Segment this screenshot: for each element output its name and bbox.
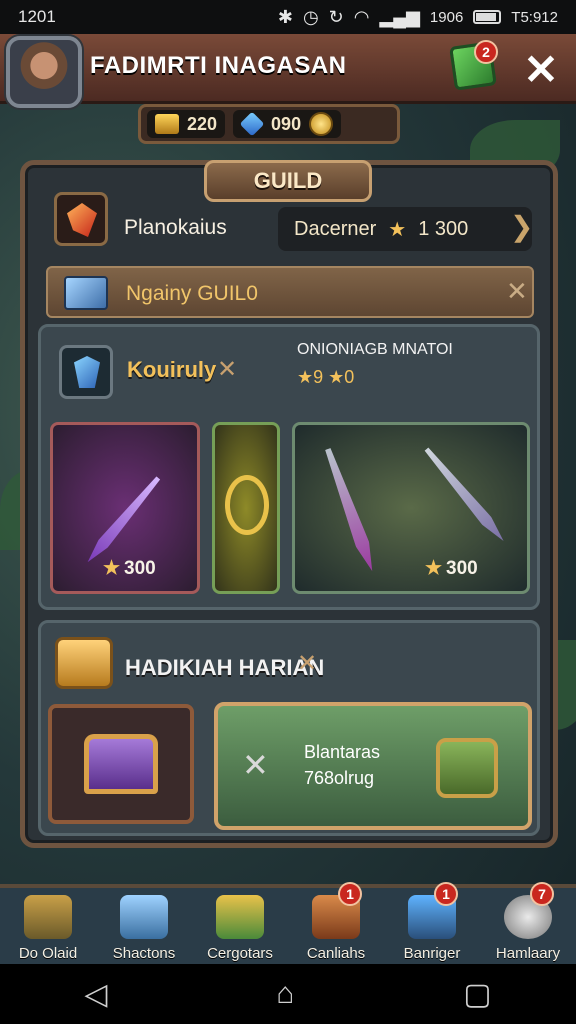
stat-1: 9 xyxy=(313,367,324,387)
home-button-icon[interactable]: ⌂ xyxy=(276,977,294,1011)
gold-bar-icon xyxy=(155,114,179,134)
nav-label: Cergotars xyxy=(207,945,273,962)
section-title: Kouiruly xyxy=(127,357,217,382)
nav-cergotars[interactable]: Cergotars xyxy=(192,888,288,968)
chevron-right-icon[interactable]: ❯ xyxy=(510,210,533,243)
crossed-weapons-icon: ✕ xyxy=(242,747,269,783)
chest-icon xyxy=(84,734,158,794)
shield-icon xyxy=(59,345,113,399)
gem-counter[interactable]: 090 xyxy=(233,110,342,138)
crossed-swords-icon: ✕ xyxy=(297,650,318,677)
nav-badge: 1 xyxy=(338,882,362,906)
book-icon xyxy=(55,637,113,689)
item-price: ★ 300 xyxy=(425,557,478,580)
nav-banriger[interactable]: Banriger 1 xyxy=(384,882,480,968)
nav-canliahs[interactable]: Canliahs 1 xyxy=(288,882,384,968)
item-price-value: 300 xyxy=(446,557,478,579)
nav-label: Hamlaary xyxy=(495,945,561,962)
coin-icon xyxy=(309,112,334,136)
weapon-card-dagger[interactable]: ★ 300 xyxy=(50,422,200,594)
gem-amount: 090 xyxy=(271,113,302,134)
daily-title: HADIKIAH HARIAN xyxy=(125,655,325,680)
nav-guild-home[interactable]: Do Olaid xyxy=(0,888,96,968)
wifi-icon: ◠ xyxy=(353,7,370,27)
nav-badge: 1 xyxy=(434,882,458,906)
blocks-icon xyxy=(120,895,168,939)
member-row[interactable]: Planokaius Dacerner ★ 1 300 ❯ xyxy=(48,190,534,251)
item-price: ★ 300 xyxy=(103,557,156,580)
back-icon[interactable]: ◁ xyxy=(84,977,107,1012)
blue-gem-icon xyxy=(239,111,265,137)
member-role: Dacerner ★ 1 300 xyxy=(278,207,532,251)
fire-crest-icon xyxy=(54,192,108,246)
gold-amount: 220 xyxy=(187,113,218,134)
mute-icon: ✱ xyxy=(277,7,293,27)
member-name: Planokaius xyxy=(124,216,227,239)
nav-label: Banriger xyxy=(403,945,461,962)
recents-icon[interactable]: ▢ xyxy=(463,977,491,1012)
reward-title: Blantaras xyxy=(304,742,381,762)
sword-icon xyxy=(295,437,405,583)
nav-shactons[interactable]: Shactons xyxy=(96,888,192,968)
close-button[interactable]: ✕ xyxy=(512,42,570,96)
role-label: Dacerner xyxy=(294,217,377,240)
signal-icon: ▂▄▆ xyxy=(379,7,420,27)
chest-reward-card[interactable] xyxy=(48,704,194,824)
android-nav-bar: ◁ ⌂ ▢ xyxy=(0,964,576,1024)
section-subtitle: ONIONIAGB MNATOI xyxy=(297,341,453,358)
nav-label: Canliahs xyxy=(306,945,366,962)
bag-icon xyxy=(436,738,498,798)
star-icon: ★ xyxy=(388,218,407,241)
status-percent: 1906 xyxy=(429,8,464,26)
status-time: 1201 xyxy=(18,7,56,26)
weapon-card-sword[interactable]: ★ 300 xyxy=(292,422,530,594)
guild-name-row[interactable]: Ngainy GUIL0 ✕ xyxy=(46,266,534,318)
close-icon[interactable]: ✕ xyxy=(506,276,528,307)
nav-label: Shactons xyxy=(112,945,176,962)
gold-counter[interactable]: 220 xyxy=(147,110,226,138)
nav-hamlaary[interactable]: Hamlaary 7 xyxy=(480,882,576,968)
currency-bar: 220 090 xyxy=(138,104,400,144)
status-clock: T5:912 xyxy=(511,8,558,26)
status-icons: ✱ ◷ ↻ ◠ ▂▄▆ 1906 T5:912 xyxy=(278,8,558,26)
nav-label: Do Olaid xyxy=(18,945,78,962)
player-name: FADIMRTI INAGASAN xyxy=(90,52,347,79)
crossed-swords-icon: ✕ xyxy=(217,356,238,383)
battery-icon xyxy=(473,10,502,24)
alarm-icon: ◷ xyxy=(302,7,319,27)
weapon-card-bow[interactable] xyxy=(212,422,280,594)
role-value: 1 300 xyxy=(418,217,469,240)
home-icon xyxy=(24,895,72,939)
guild-name: Ngainy GUIL0 xyxy=(126,282,258,305)
notification-badge: 2 xyxy=(474,40,498,64)
crystal-icon xyxy=(64,276,108,310)
nav-badge: 7 xyxy=(530,882,554,906)
stat-2: 0 xyxy=(344,367,355,387)
bow-icon xyxy=(225,475,269,535)
sword-icon xyxy=(403,430,526,560)
top-header: FADIMRTI INAGASAN 2 ✕ xyxy=(0,34,576,108)
reward-detail: 768olrug xyxy=(304,768,375,788)
status-bar: 1201 ✱ ◷ ↻ ◠ ▂▄▆ 1906 T5:912 xyxy=(0,0,576,34)
scroll-icon xyxy=(216,895,264,939)
bottom-nav: Do Olaid Shactons Cergotars Canliahs 1 B… xyxy=(0,882,576,964)
item-price-value: 300 xyxy=(124,557,156,579)
sync-icon: ↻ xyxy=(328,7,344,27)
reward-card[interactable]: ✕ Blantaras 768olrug xyxy=(214,702,532,830)
section-stats: ★9 ★0 xyxy=(297,367,355,387)
player-avatar[interactable] xyxy=(6,36,82,108)
